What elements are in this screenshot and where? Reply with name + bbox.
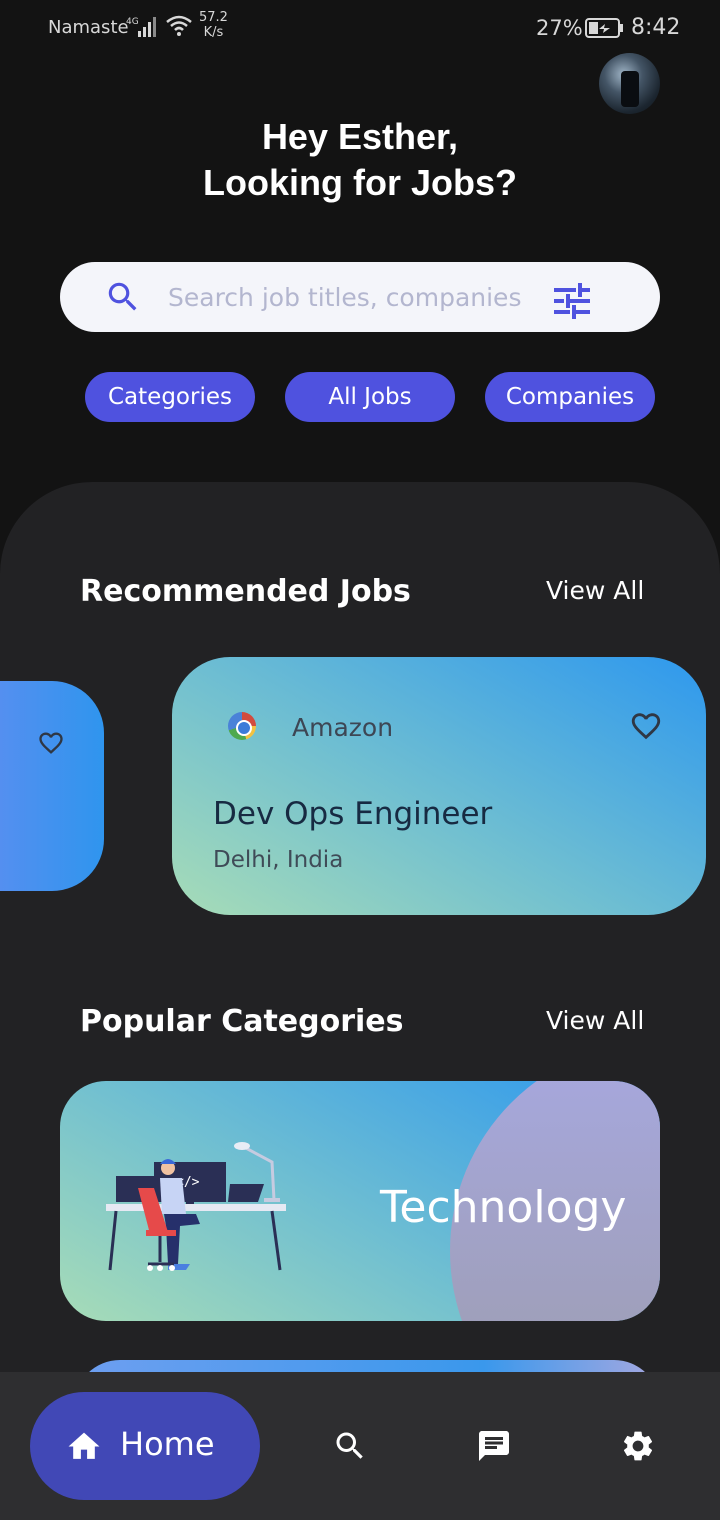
- nav-home-label: Home: [120, 1425, 215, 1463]
- network-speed-value: 57.2: [199, 10, 228, 25]
- battery-percent: 27%: [536, 16, 583, 40]
- search-bar[interactable]: [60, 262, 660, 332]
- job-title: Dev Ops Engineer: [213, 796, 493, 832]
- filter-icon[interactable]: [552, 282, 592, 320]
- job-card-partial[interactable]: [0, 681, 104, 891]
- status-bar: Namaste 4G 57.2 K/s 27% 8:42: [0, 0, 720, 56]
- job-location: Delhi, India: [213, 847, 344, 873]
- filter-pill-all-jobs[interactable]: All Jobs: [285, 372, 455, 422]
- signal-icon: 4G: [126, 17, 156, 37]
- filter-pill-companies[interactable]: Companies: [485, 372, 655, 422]
- company-logo: [228, 712, 256, 740]
- search-icon[interactable]: [104, 278, 142, 316]
- network-speed-unit: K/s: [203, 25, 224, 40]
- greeting-line-2: Looking for Jobs?: [203, 162, 517, 203]
- category-label: Technology: [380, 1182, 627, 1233]
- network-type: 4G: [126, 17, 139, 27]
- home-icon: [68, 1432, 100, 1459]
- filter-pill-categories[interactable]: Categories: [85, 372, 255, 422]
- gear-icon[interactable]: [620, 1428, 656, 1464]
- carrier-name: Namaste: [48, 17, 129, 38]
- search-input[interactable]: [168, 278, 528, 316]
- developer-illustration: </>: [106, 1142, 286, 1271]
- job-card[interactable]: [172, 657, 706, 915]
- search-icon[interactable]: [332, 1428, 368, 1464]
- chat-icon[interactable]: [476, 1428, 512, 1464]
- greeting-line-1: Hey Esther,: [261, 116, 459, 157]
- wifi-icon: [166, 15, 192, 36]
- network-speed: 57.2 K/s: [199, 10, 228, 40]
- avatar[interactable]: [599, 53, 660, 114]
- battery-icon: [585, 18, 623, 38]
- company-name: Amazon: [292, 713, 394, 742]
- heart-icon[interactable]: [628, 709, 664, 743]
- heart-icon[interactable]: [36, 729, 66, 757]
- bottom-navigation: Home: [0, 1372, 720, 1520]
- recommended-view-all-link[interactable]: View All: [546, 576, 644, 605]
- popular-categories-title: Popular Categories: [80, 1004, 404, 1039]
- popular-view-all-link[interactable]: View All: [546, 1006, 644, 1035]
- recommended-jobs-title: Recommended Jobs: [80, 574, 411, 609]
- clock: 8:42: [631, 15, 681, 40]
- greeting-heading: Hey Esther, Looking for Jobs?: [0, 114, 720, 206]
- nav-home-button[interactable]: Home: [30, 1392, 260, 1500]
